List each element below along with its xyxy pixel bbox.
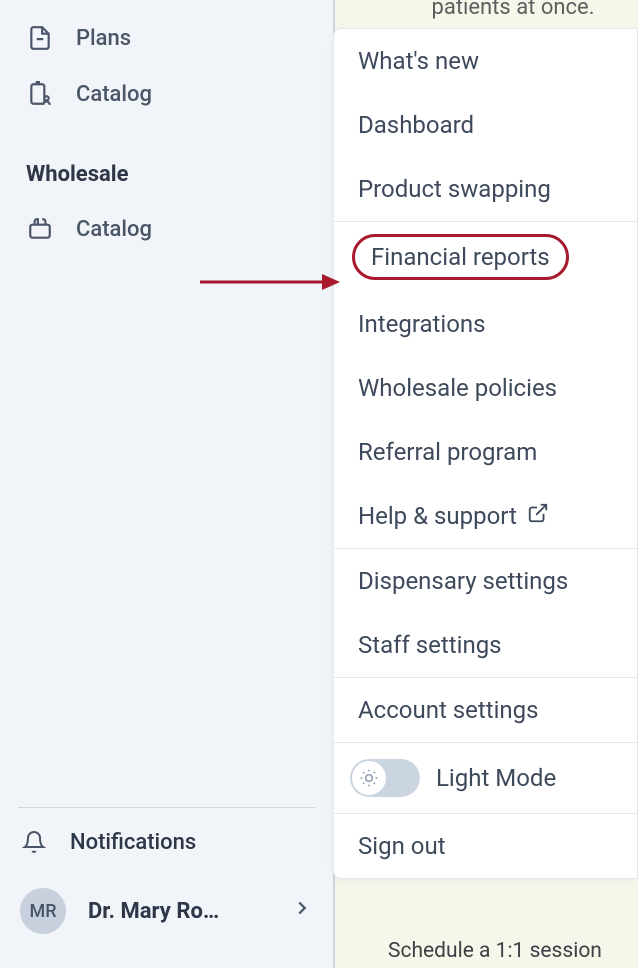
bell-icon xyxy=(20,828,48,856)
sidebar: Plans Catalog Wholesale Catalog Notifica… xyxy=(0,0,333,968)
external-link-icon xyxy=(527,502,549,530)
sidebar-item-catalog[interactable]: Catalog xyxy=(0,66,333,122)
theme-label: Light Mode xyxy=(436,764,556,792)
account-dropdown-menu: What's new Dashboard Product swapping Fi… xyxy=(333,28,638,879)
sidebar-spacer xyxy=(0,257,333,807)
menu-item-label: Product swapping xyxy=(358,175,551,203)
avatar: MR xyxy=(20,888,66,934)
toggle-knob xyxy=(352,761,386,795)
menu-item-product-swapping[interactable]: Product swapping xyxy=(334,157,637,221)
sidebar-item-plans[interactable]: Plans xyxy=(0,10,333,66)
menu-item-label: Account settings xyxy=(358,696,539,724)
menu-item-whats-new[interactable]: What's new xyxy=(334,29,637,93)
menu-item-label: Integrations xyxy=(358,310,486,338)
user-display-name: Dr. Mary Ro… xyxy=(88,899,269,924)
menu-item-account-settings[interactable]: Account settings xyxy=(334,678,637,742)
sidebar-user-row[interactable]: MR Dr. Mary Ro… xyxy=(0,872,333,950)
menu-item-integrations[interactable]: Integrations xyxy=(334,292,637,356)
sidebar-item-label: Notifications xyxy=(70,830,196,855)
content-text-fragment: patients at once. xyxy=(388,0,638,20)
sun-icon xyxy=(359,768,379,788)
menu-item-label: Referral program xyxy=(358,438,537,466)
sidebar-item-label: Catalog xyxy=(76,217,152,242)
menu-item-label: Staff settings xyxy=(358,631,502,659)
sidebar-footer: Notifications MR Dr. Mary Ro… xyxy=(0,808,333,968)
theme-toggle-row: Light Mode xyxy=(334,743,637,813)
menu-item-financial-reports[interactable]: Financial reports xyxy=(334,222,637,292)
content-schedule-text: Schedule a 1:1 session xyxy=(388,939,602,963)
menu-item-dispensary-settings[interactable]: Dispensary settings xyxy=(334,549,637,613)
menu-item-label: Help & support xyxy=(358,502,517,530)
file-icon xyxy=(26,24,54,52)
sidebar-item-label: Plans xyxy=(76,26,131,51)
menu-item-staff-settings[interactable]: Staff settings xyxy=(334,613,637,677)
menu-item-dashboard[interactable]: Dashboard xyxy=(334,93,637,157)
sidebar-item-notifications[interactable]: Notifications xyxy=(0,812,333,872)
menu-item-label: Dispensary settings xyxy=(358,567,568,595)
menu-item-sign-out[interactable]: Sign out xyxy=(334,814,637,878)
menu-item-wholesale-policies[interactable]: Wholesale policies xyxy=(334,356,637,420)
menu-item-label: Dashboard xyxy=(358,111,474,139)
menu-item-label: Sign out xyxy=(358,832,446,860)
menu-item-referral-program[interactable]: Referral program xyxy=(334,420,637,484)
sidebar-section-wholesale: Wholesale xyxy=(0,122,333,201)
sidebar-item-wholesale-catalog[interactable]: Catalog xyxy=(0,201,333,257)
menu-item-help-support[interactable]: Help & support xyxy=(334,484,637,548)
chevron-right-icon xyxy=(291,897,313,925)
menu-item-label: What's new xyxy=(358,47,479,75)
box-icon xyxy=(26,215,54,243)
sidebar-item-label: Catalog xyxy=(76,82,152,107)
sidebar-nav: Plans Catalog Wholesale Catalog xyxy=(0,0,333,257)
menu-item-label: Wholesale policies xyxy=(358,374,557,402)
clipboard-user-icon xyxy=(26,80,54,108)
theme-toggle[interactable] xyxy=(350,759,420,797)
highlight-annotation: Financial reports xyxy=(352,234,569,280)
